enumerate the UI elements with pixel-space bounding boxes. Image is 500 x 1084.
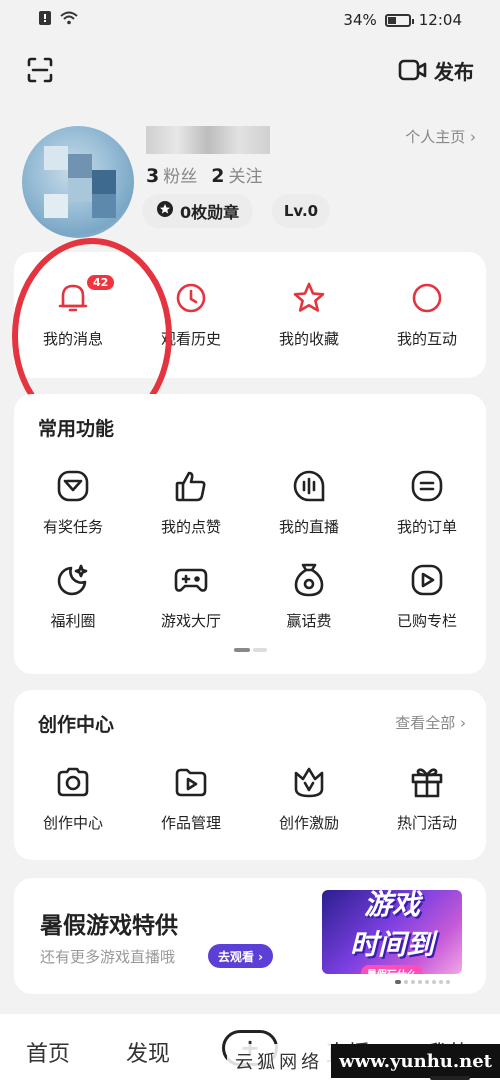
purchased-columns-item[interactable]: 已购专栏	[368, 560, 486, 631]
function-label: 赢话费	[286, 612, 332, 630]
my-likes-item[interactable]: 我的点赞	[132, 466, 250, 537]
clock-time: 12:04	[418, 11, 462, 29]
function-label: 有奖任务	[42, 518, 103, 536]
function-label: 我的订单	[396, 518, 457, 536]
quick-action-label: 我的收藏	[278, 330, 339, 348]
promo-banner[interactable]: 暑假游戏特供 还有更多游戏直播哦 去观看 › 游戏 时间到 暑假玩什么	[14, 878, 486, 994]
hot-events-item[interactable]: 热门活动	[368, 762, 486, 833]
go-watch-button[interactable]: 去观看 ›	[208, 944, 274, 968]
crown-icon	[292, 762, 326, 802]
function-label: 已购专栏	[396, 612, 457, 630]
homepage-link[interactable]: 个人主页 ›	[405, 126, 476, 147]
tab-home[interactable]: 首页	[26, 1036, 70, 1068]
promo-art-sub: 暑假玩什么	[361, 964, 423, 974]
promo-artwork: 游戏 时间到 暑假玩什么	[322, 890, 462, 974]
promo-art-line1: 游戏	[363, 890, 420, 921]
badge-pill[interactable]: 0枚勋章	[142, 194, 254, 228]
tab-discover[interactable]: 发现	[126, 1036, 170, 1068]
video-folder-icon	[174, 762, 208, 802]
bell-icon	[57, 278, 89, 318]
my-orders-item[interactable]: 我的订单	[368, 466, 486, 537]
following-stat[interactable]: 2 关注	[211, 162, 262, 187]
sparkle-moon-icon	[56, 560, 90, 600]
gamepad-icon	[173, 560, 209, 600]
follow-stats: 3 粉丝 2 关注	[146, 162, 262, 187]
quick-action-label: 观看历史	[160, 330, 221, 348]
watermark-en: www.yunhu.net	[331, 1044, 500, 1078]
win-phone-credit-item[interactable]: 赢话费	[250, 560, 368, 631]
section-title: 常用功能	[38, 418, 115, 440]
thumbs-up-icon	[174, 466, 208, 506]
view-all-link[interactable]: 查看全部 ›	[395, 712, 466, 733]
money-bag-icon	[292, 560, 326, 600]
level-pill[interactable]: Lv.0	[272, 194, 330, 228]
publish-button[interactable]: 发布	[398, 56, 474, 85]
circle-icon	[411, 278, 443, 318]
carousel-indicator	[395, 980, 450, 984]
order-icon	[410, 466, 444, 506]
clock-icon	[175, 278, 207, 318]
watermark-cn: 云狐网络	[227, 1044, 332, 1078]
page-indicator	[234, 648, 267, 652]
creation-label: 创作中心	[42, 814, 103, 832]
quick-actions-card: 42 我的消息 观看历史 我的收藏 我的互动	[14, 252, 486, 378]
reward-tasks-item[interactable]: 有奖任务	[14, 466, 132, 537]
works-management-item[interactable]: 作品管理	[132, 762, 250, 833]
scan-icon[interactable]	[26, 56, 54, 84]
quick-action-label: 我的消息	[42, 330, 103, 348]
my-favorites-item[interactable]: 我的收藏	[250, 278, 368, 349]
task-icon	[56, 466, 90, 506]
top-bar: 发布	[0, 48, 500, 92]
my-messages-item[interactable]: 42 我的消息	[14, 275, 132, 349]
promo-title: 暑假游戏特供	[40, 913, 178, 939]
live-icon	[292, 466, 326, 506]
section-title: 创作中心	[38, 714, 115, 736]
my-interactions-item[interactable]: 我的互动	[368, 278, 486, 349]
watermark: 云狐网络 www.yunhu.net	[227, 1044, 500, 1078]
medal-icon	[156, 200, 174, 222]
promo-subtitle: 还有更多游戏直播哦	[40, 948, 176, 966]
gift-icon	[410, 762, 444, 802]
watch-history-item[interactable]: 观看历史	[132, 278, 250, 349]
battery-percent: 34%	[343, 11, 377, 29]
notification-icon	[38, 10, 52, 30]
play-square-icon	[410, 560, 444, 600]
creation-label: 创作激励	[278, 814, 339, 832]
my-live-item[interactable]: 我的直播	[250, 466, 368, 537]
badge-label: 0枚勋章	[180, 203, 240, 222]
message-count-badge: 42	[87, 275, 115, 290]
home-indicator	[430, 1076, 470, 1080]
avatar[interactable]	[22, 126, 134, 238]
star-icon	[292, 278, 326, 318]
creation-incentive-item[interactable]: 创作激励	[250, 762, 368, 833]
creation-label: 热门活动	[396, 814, 457, 832]
function-label: 福利圈	[50, 612, 96, 630]
common-functions-card: 常用功能 有奖任务 我的点赞 我的直播 我的订单 福利圈 游戏大厅 赢话费 已购…	[14, 394, 486, 674]
game-hall-item[interactable]: 游戏大厅	[132, 560, 250, 631]
camera-icon	[56, 762, 90, 802]
welfare-circle-item[interactable]: 福利圈	[14, 560, 132, 631]
wifi-icon	[60, 11, 78, 29]
status-bar: 34% 12:04	[0, 0, 500, 40]
battery-icon	[384, 13, 414, 27]
function-label: 我的点赞	[160, 518, 221, 536]
video-camera-icon	[398, 58, 428, 82]
creation-center-card: 创作中心 查看全部 › 创作中心 作品管理 创作激励 热门活动	[14, 690, 486, 860]
profile-section: 3 粉丝 2 关注 个人主页 › 0枚勋章 Lv.0	[0, 120, 500, 240]
publish-label: 发布	[434, 59, 474, 84]
function-label: 游戏大厅	[160, 612, 221, 630]
followers-stat[interactable]: 3 粉丝	[146, 162, 197, 187]
promo-art-line2: 时间到	[349, 927, 434, 961]
quick-action-label: 我的互动	[396, 330, 457, 348]
creation-center-item[interactable]: 创作中心	[14, 762, 132, 833]
username-blurred	[146, 126, 270, 154]
function-label: 我的直播	[278, 518, 339, 536]
creation-label: 作品管理	[160, 814, 221, 832]
